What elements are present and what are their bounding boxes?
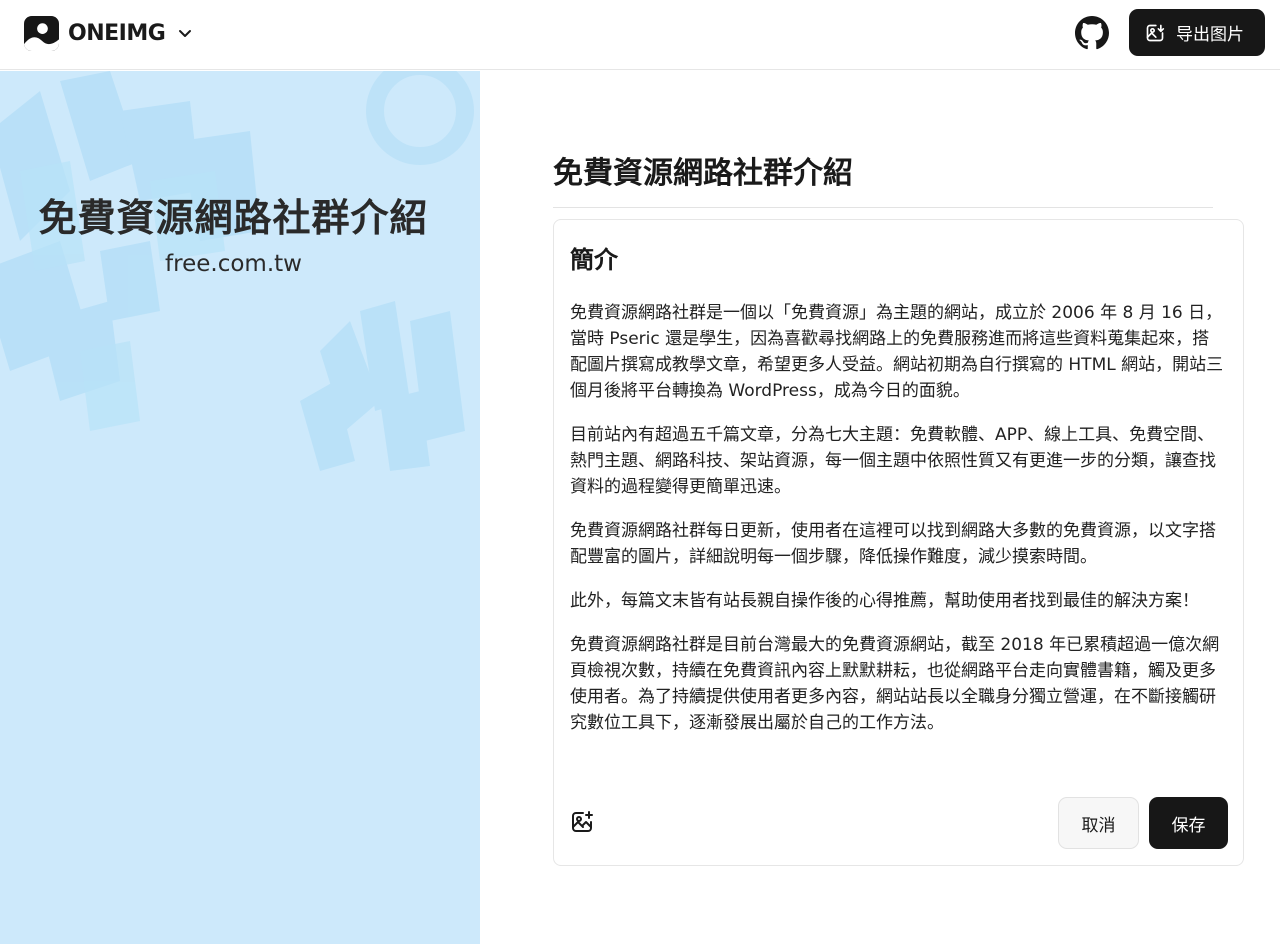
card-body[interactable]: 免費資源網路社群是一個以「免費資源」為主題的網站，成立於 2006 年 8 月 … — [570, 300, 1225, 754]
cancel-button[interactable]: 取消 — [1058, 797, 1139, 849]
brand-menu[interactable]: ONEIMG — [24, 15, 193, 51]
export-image-button[interactable]: 导出图片 — [1129, 9, 1265, 56]
save-button[interactable]: 保存 — [1149, 797, 1228, 849]
preview-title: 免費資源網路社群介紹 — [38, 196, 429, 240]
chevron-down-icon — [179, 30, 192, 37]
paragraph: 免費資源網路社群是一個以「免費資源」為主題的網站，成立於 2006 年 8 月 … — [570, 303, 1224, 401]
title-divider — [553, 207, 1213, 208]
card-heading: 簡介 — [570, 246, 618, 274]
preview-subtitle: free.com.tw — [165, 251, 302, 277]
paragraph: 此外，每篇文末皆有站長親自操作後的心得推薦，幫助使用者找到最佳的解決方案！ — [570, 591, 1199, 611]
github-icon — [1075, 16, 1109, 50]
image-logo-icon — [24, 15, 59, 51]
github-link[interactable] — [1075, 16, 1109, 50]
image-export-icon — [1146, 24, 1165, 41]
paragraph: 免費資源網路社群是目前台灣最大的免費資源網站，截至 2018 年已累積超過一億次… — [570, 635, 1220, 733]
brand-name: ONEIMG — [68, 20, 166, 46]
paragraph: 免費資源網路社群每日更新，使用者在這裡可以找到網路大多數的免費資源，以文字搭配豐… — [570, 521, 1216, 567]
image-add-icon — [572, 811, 593, 832]
top-bar: ONEIMG 导出图片 — [0, 0, 1280, 70]
preview-panel: 免費資源網路社群介紹 free.com.tw — [0, 71, 480, 944]
paragraph: 目前站內有超過五千篇文章，分為七大主題：免費軟體、APP、線上工具、免費空間、熱… — [570, 425, 1216, 497]
intro-card: 簡介 免費資源網路社群是一個以「免費資源」為主題的網站，成立於 2006 年 8… — [553, 219, 1244, 866]
add-image-button[interactable] — [570, 810, 594, 834]
export-button-label: 导出图片 — [1176, 25, 1244, 45]
editor-title: 免費資源網路社群介紹 — [553, 156, 853, 191]
